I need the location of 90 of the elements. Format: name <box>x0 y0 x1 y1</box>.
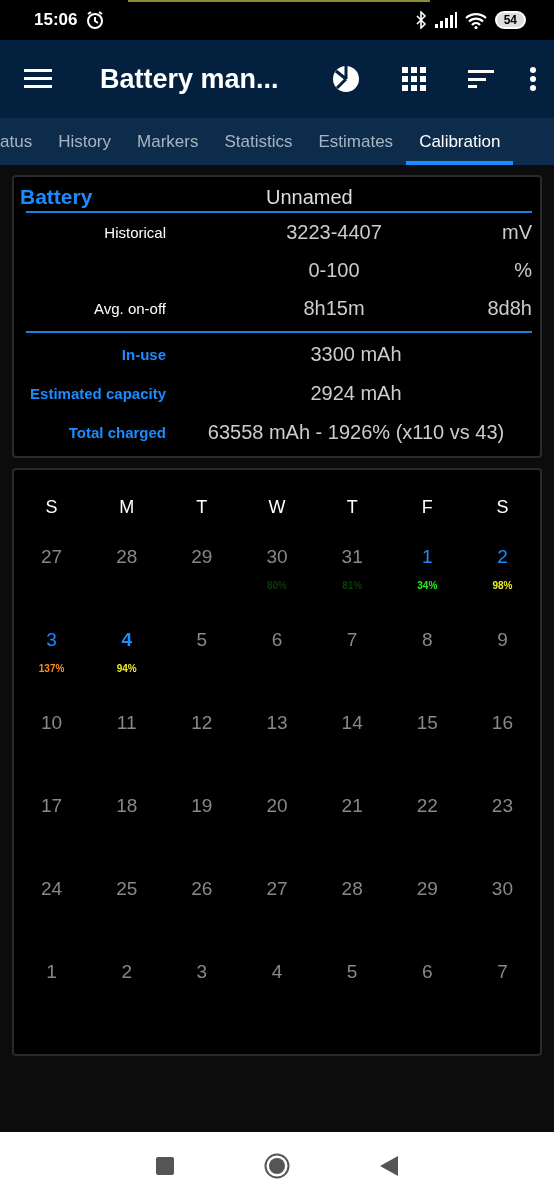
bluetooth-icon <box>414 11 427 29</box>
calendar-day[interactable]: 14 <box>341 712 363 734</box>
calendar-day[interactable]: 29 <box>191 546 213 568</box>
calendar-day[interactable]: 27 <box>41 546 63 568</box>
calendar-day[interactable]: 11 <box>116 712 137 734</box>
unit-label: % <box>513 257 532 283</box>
calendar-day[interactable]: 7 <box>497 961 508 983</box>
capacity-value: 63558 mAh - 1926% (x110 vs 43) <box>206 420 506 445</box>
calendar-day[interactable]: 7 <box>346 629 358 651</box>
calendar-day[interactable]: 2 <box>497 546 508 568</box>
calendar-day[interactable]: 16 <box>491 712 513 734</box>
unit-label: mV <box>501 219 532 245</box>
calendar-day[interactable]: 2 <box>121 961 132 983</box>
tab[interactable]: Estimates <box>305 118 407 165</box>
weekday-label: T <box>346 496 358 518</box>
capacity-label: In-use <box>120 345 166 365</box>
battery-name: Unnamed <box>266 186 353 209</box>
calendar-day[interactable]: 18 <box>116 795 138 817</box>
calendar-day[interactable]: 19 <box>191 795 213 817</box>
calendar-day[interactable]: 6 <box>271 629 283 651</box>
back-button[interactable] <box>380 1156 398 1176</box>
calendar-day[interactable]: 12 <box>191 712 213 734</box>
pie-chart-icon[interactable] <box>332 65 360 93</box>
weekday-label: F <box>421 496 433 518</box>
capacity-value: 3300 mAh <box>309 342 403 367</box>
calendar-day[interactable]: 9 <box>497 629 508 651</box>
calendar-day[interactable]: 30 <box>491 878 513 900</box>
unit-label: 8d8h <box>486 295 532 321</box>
row-label: Avg. on-off <box>93 298 166 319</box>
calendar-day[interactable]: 22 <box>416 795 438 817</box>
calendar-day[interactable]: 15 <box>416 712 438 734</box>
calendar-day[interactable]: 30 <box>266 546 288 568</box>
calendar-day[interactable]: 26 <box>191 878 213 900</box>
calendar-day[interactable]: 31 <box>341 546 363 568</box>
tab[interactable]: History <box>45 118 125 165</box>
app-title: Battery man... <box>100 63 280 95</box>
day-percent: 137% <box>38 663 65 674</box>
calendar-day[interactable]: 1 <box>422 546 433 568</box>
calendar-day[interactable]: 28 <box>116 546 138 568</box>
calendar-day[interactable]: 4 <box>121 629 132 651</box>
calendar-day[interactable]: 4 <box>271 961 283 983</box>
calendar-day[interactable]: 8 <box>422 629 433 651</box>
day-percent: 98% <box>492 580 513 591</box>
weekday-label: T <box>196 496 208 518</box>
day-percent: 80% <box>267 580 287 591</box>
menu-icon[interactable] <box>24 69 52 89</box>
calendar-day[interactable]: 1 <box>46 961 57 983</box>
clock-time: 15:06 <box>34 10 78 30</box>
alarm-clock-icon <box>85 10 106 30</box>
calendar-day[interactable]: 23 <box>491 795 513 817</box>
calendar-day[interactable]: 3 <box>46 629 57 651</box>
sort-icon[interactable] <box>468 69 494 89</box>
tab[interactable]: Markers <box>124 118 212 165</box>
capacity-label: Total charged <box>67 423 166 443</box>
wifi-icon <box>464 11 487 29</box>
range-value: 0-100 <box>307 257 361 283</box>
calendar-day[interactable]: 6 <box>422 961 433 983</box>
home-button[interactable] <box>264 1153 290 1179</box>
weekday-label: S <box>496 496 509 518</box>
calendar-day[interactable]: 27 <box>266 878 288 900</box>
calendar-day[interactable]: 20 <box>266 795 288 817</box>
row-label: Historical <box>103 222 166 243</box>
day-percent: 81% <box>342 580 363 591</box>
calendar-day[interactable]: 3 <box>196 961 208 983</box>
range-value: 3223-4407 <box>285 219 383 245</box>
card-title: Battery <box>20 185 94 209</box>
calendar-day[interactable]: 5 <box>346 961 358 983</box>
calendar-day[interactable]: 10 <box>41 712 63 734</box>
battery-level: 54 <box>494 11 526 29</box>
grid-icon[interactable] <box>402 67 426 91</box>
calendar-day[interactable]: 28 <box>341 878 363 900</box>
day-percent: 34% <box>417 580 438 591</box>
capacity-label: Estimated capacity <box>29 384 166 404</box>
calendar-day[interactable]: 5 <box>196 629 208 651</box>
weekday-label: W <box>268 496 286 518</box>
signal-icon <box>434 12 457 28</box>
tab[interactable]: Statistics <box>211 118 306 165</box>
calendar-day[interactable]: 13 <box>266 712 288 734</box>
capacity-value: 2924 mAh <box>309 381 403 406</box>
calendar-day[interactable]: 17 <box>41 795 63 817</box>
weekday-label: S <box>45 496 58 518</box>
range-value: 8h15m <box>302 295 366 321</box>
calendar-day[interactable]: 21 <box>341 795 363 817</box>
calendar-day[interactable]: 29 <box>416 878 438 900</box>
calendar-day[interactable]: 24 <box>41 878 63 900</box>
more-options-icon[interactable] <box>530 67 536 91</box>
day-percent: 94% <box>116 663 137 674</box>
calendar-day[interactable]: 25 <box>116 878 138 900</box>
tab[interactable]: atus <box>0 118 46 165</box>
weekday-label: M <box>119 496 135 518</box>
